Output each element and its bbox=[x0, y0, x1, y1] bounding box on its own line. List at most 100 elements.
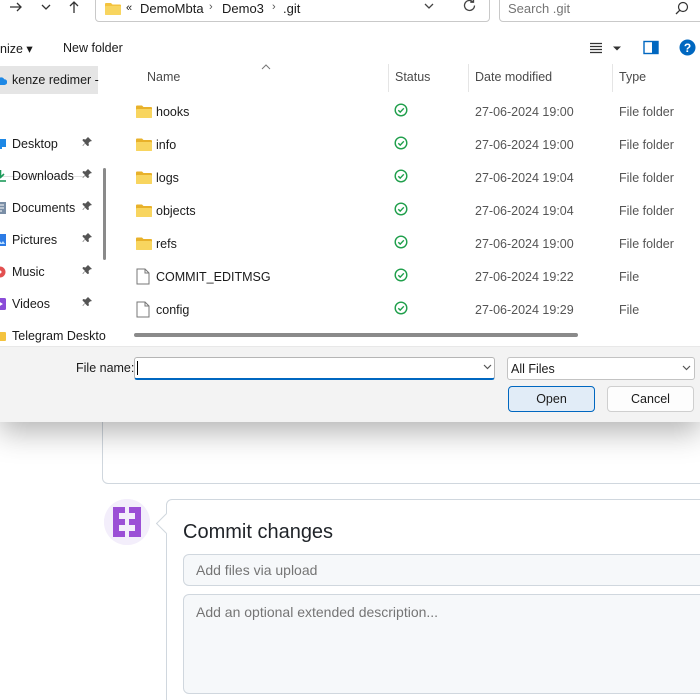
folder-icon bbox=[136, 138, 152, 151]
folder-icon bbox=[136, 237, 152, 250]
file-date: 27-06-2024 19:00 bbox=[475, 138, 574, 152]
nav-item-label: kenze redimer - bbox=[12, 73, 99, 87]
pin-icon bbox=[82, 200, 93, 214]
recent-locations-button[interactable] bbox=[36, 0, 56, 18]
commit-summary-input[interactable] bbox=[183, 554, 700, 586]
file-row[interactable]: objects 27-06-2024 19:04 File folder bbox=[116, 194, 700, 227]
file-name: objects bbox=[156, 204, 196, 218]
nav-item-music[interactable]: Music bbox=[0, 258, 98, 286]
file-name: refs bbox=[156, 237, 177, 251]
svg-text:?: ? bbox=[684, 41, 691, 55]
file-row[interactable]: COMMIT_EDITMSG 27-06-2024 19:22 File bbox=[116, 260, 700, 293]
synced-check-icon bbox=[394, 103, 408, 117]
pin-icon bbox=[82, 232, 93, 246]
file-name-label: File name: bbox=[76, 361, 135, 375]
nav-item-telegram[interactable]: Telegram Deskto bbox=[0, 322, 114, 344]
new-folder-button[interactable]: New folder bbox=[63, 41, 123, 55]
folder-icon bbox=[136, 204, 152, 217]
view-options-icon[interactable] bbox=[589, 42, 603, 54]
file-name-history-button[interactable] bbox=[482, 361, 493, 375]
column-header-name[interactable]: Name bbox=[147, 70, 180, 84]
file-date: 27-06-2024 19:04 bbox=[475, 171, 574, 185]
nav-item-onedrive[interactable]: kenze redimer - bbox=[0, 66, 99, 94]
file-list: Name Status Date modified Type hooks 27-… bbox=[116, 64, 700, 346]
commit-description-input[interactable] bbox=[183, 594, 700, 694]
synced-check-icon bbox=[394, 235, 408, 249]
file-row[interactable]: hooks 27-06-2024 19:00 File folder bbox=[116, 95, 700, 128]
column-divider[interactable] bbox=[612, 64, 613, 92]
file-date: 27-06-2024 19:29 bbox=[475, 303, 574, 317]
text-cursor bbox=[137, 361, 138, 375]
file-name-input[interactable] bbox=[134, 357, 495, 380]
column-header-type[interactable]: Type bbox=[619, 70, 646, 84]
nav-item-videos[interactable]: Videos bbox=[0, 290, 98, 318]
nav-item-label: Documents bbox=[12, 201, 76, 215]
search-box[interactable] bbox=[499, 0, 700, 22]
breadcrumb-item[interactable]: .git bbox=[283, 1, 300, 16]
search-icon bbox=[675, 1, 689, 15]
file-date: 27-06-2024 19:04 bbox=[475, 204, 574, 218]
column-divider[interactable] bbox=[388, 64, 389, 92]
breadcrumb-overflow[interactable]: « bbox=[126, 2, 132, 14]
horizontal-scrollbar[interactable] bbox=[134, 333, 578, 337]
file-type: File folder bbox=[619, 171, 674, 185]
pin-icon bbox=[82, 296, 93, 310]
file-row[interactable]: info 27-06-2024 19:00 File folder bbox=[116, 128, 700, 161]
folder-icon bbox=[136, 105, 152, 118]
caret-down-icon[interactable] bbox=[612, 45, 622, 53]
file-date: 27-06-2024 19:00 bbox=[475, 237, 574, 251]
file-type: File bbox=[619, 303, 640, 317]
refresh-button[interactable] bbox=[462, 0, 477, 17]
address-history-button[interactable] bbox=[423, 0, 435, 15]
file-name: config bbox=[156, 303, 190, 317]
nav-item-documents[interactable]: Documents bbox=[0, 194, 98, 222]
breadcrumb-item[interactable]: DemoMbta bbox=[140, 1, 204, 16]
help-icon[interactable]: ? bbox=[679, 39, 696, 56]
up-button[interactable] bbox=[64, 0, 84, 18]
cancel-button[interactable]: Cancel bbox=[607, 386, 694, 412]
music-icon bbox=[0, 266, 6, 278]
open-button[interactable]: Open bbox=[508, 386, 595, 412]
file-row[interactable]: refs 27-06-2024 19:00 File folder bbox=[116, 227, 700, 260]
breadcrumb-item[interactable]: Demo3 bbox=[222, 1, 264, 16]
file-type-select[interactable]: All Files bbox=[507, 357, 695, 380]
column-header-status[interactable]: Status bbox=[395, 70, 430, 84]
nav-item-label: Telegram Deskto bbox=[12, 329, 106, 343]
file-icon bbox=[136, 268, 150, 285]
address-bar[interactable]: « DemoMbta › Demo3 › .git bbox=[95, 0, 490, 22]
folder-icon bbox=[105, 3, 121, 15]
column-divider[interactable] bbox=[468, 64, 469, 92]
nav-item-label: Desktop bbox=[12, 137, 58, 151]
file-row[interactable]: logs 27-06-2024 19:04 File folder bbox=[116, 161, 700, 194]
nav-item-downloads[interactable]: Downloads bbox=[0, 162, 98, 190]
desktop-icon bbox=[0, 139, 6, 149]
preview-pane-icon[interactable] bbox=[643, 40, 659, 55]
breadcrumb-separator[interactable]: › bbox=[209, 1, 213, 13]
folder-icon bbox=[0, 332, 6, 341]
file-name: logs bbox=[156, 171, 179, 185]
nav-item-pictures[interactable]: Pictures bbox=[0, 226, 98, 254]
breadcrumb-separator[interactable]: › bbox=[272, 1, 276, 13]
organize-menu[interactable]: nize ▾ bbox=[0, 41, 33, 56]
column-header-date[interactable]: Date modified bbox=[475, 70, 552, 84]
forward-button[interactable] bbox=[6, 0, 26, 18]
nav-item-label: Music bbox=[12, 265, 45, 279]
file-date: 27-06-2024 19:22 bbox=[475, 270, 574, 284]
file-type: File folder bbox=[619, 138, 674, 152]
downloads-icon bbox=[0, 170, 6, 182]
commit-changes-panel: Commit changes bbox=[166, 499, 700, 700]
synced-check-icon bbox=[394, 169, 408, 183]
file-row[interactable]: config 27-06-2024 19:29 File bbox=[116, 293, 700, 326]
synced-check-icon bbox=[394, 136, 408, 150]
search-input[interactable] bbox=[508, 1, 658, 16]
chevron-down-icon bbox=[41, 4, 51, 10]
nav-item-desktop[interactable]: Desktop bbox=[0, 130, 98, 158]
sort-ascending-icon bbox=[261, 64, 271, 73]
pin-icon bbox=[82, 136, 93, 150]
avatar[interactable] bbox=[104, 499, 150, 545]
chevron-down-icon bbox=[681, 362, 692, 376]
nav-scrollbar[interactable] bbox=[103, 168, 106, 260]
nav-item-label: Videos bbox=[12, 297, 50, 311]
videos-icon bbox=[0, 298, 6, 310]
nav-item-label: Downloads bbox=[12, 169, 74, 183]
